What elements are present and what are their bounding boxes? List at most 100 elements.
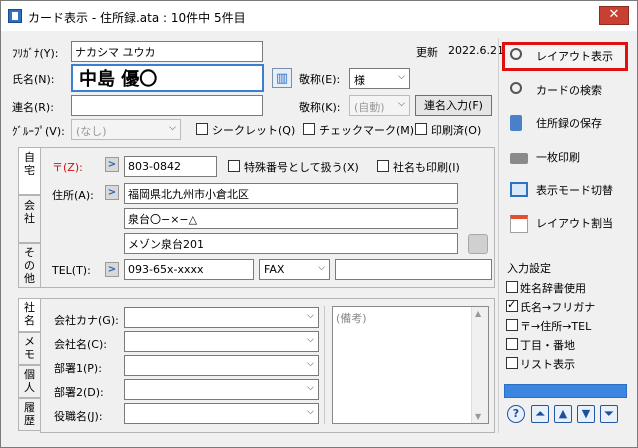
layout-assign-button[interactable]: レイアウト割当 — [502, 210, 628, 239]
address-line2-field[interactable] — [124, 208, 458, 229]
checkmark-label: チェックマーク(M) — [319, 124, 415, 137]
list-view-option-checkbox[interactable] — [506, 357, 518, 369]
first-record-button[interactable]: ⏶ — [531, 405, 549, 423]
printed-checkbox[interactable] — [415, 123, 427, 135]
print-one-label: 一枚印刷 — [536, 151, 580, 164]
search-card-button[interactable]: カードの検索 — [502, 77, 628, 106]
prev-record-button[interactable]: ▲ — [554, 405, 572, 423]
chome-banchi-option-checkbox[interactable] — [506, 338, 518, 350]
tel-field[interactable] — [124, 259, 254, 280]
company-print-checkbox[interactable] — [377, 160, 389, 172]
scroll-up-icon: ▲ — [475, 309, 482, 318]
address-lookup-button[interactable]: > — [105, 185, 119, 200]
tab-personal-label: 個人 — [24, 368, 35, 394]
address-line1-field[interactable] — [124, 183, 458, 204]
tab-home-label: 自宅 — [24, 151, 35, 177]
joint-name-field[interactable] — [71, 95, 263, 116]
last-icon: ⏷ — [604, 407, 614, 420]
company-kana-label: 会社カナ(G): — [54, 314, 119, 327]
job-title-label: 役職名(J): — [54, 410, 103, 423]
tab-company-name-label: 社名 — [24, 301, 35, 327]
honorific-value: 様 — [354, 74, 365, 87]
special-number-checkbox[interactable] — [228, 160, 240, 172]
chevron-down-icon: ⌵ — [398, 72, 405, 82]
print-one-button[interactable]: 一枚印刷 — [502, 144, 628, 173]
tab-company[interactable]: 会社 — [18, 195, 41, 243]
group-select[interactable]: (なし) ⌵ — [71, 119, 181, 140]
fax-type-value: FAX — [264, 263, 285, 276]
tab-other[interactable]: その他 — [18, 243, 41, 288]
display-mode-button[interactable]: 表示モード切替 — [502, 177, 628, 206]
tel-lookup-button[interactable]: > — [105, 262, 119, 277]
joint-name-label: 連名(R): — [12, 101, 54, 114]
group-label: ｸﾞﾙｰﾌﾟ(V): — [12, 125, 65, 138]
sidebar-divider — [498, 38, 499, 433]
joint-honorific-select[interactable]: (自動) ⌵ — [349, 95, 410, 116]
chevron-down-icon: ⌵ — [307, 335, 314, 345]
memo-placeholder: (備考) — [336, 312, 367, 325]
tab-company-name[interactable]: 社名 — [18, 298, 41, 332]
last-record-button[interactable]: ⏷ — [600, 405, 618, 423]
tab-history-label: 履歴 — [24, 401, 35, 427]
secret-checkbox[interactable] — [196, 123, 208, 135]
name-to-furigana-option-checkbox[interactable] — [506, 298, 518, 312]
dept1-select[interactable]: ⌵ — [124, 355, 319, 376]
special-number-label: 特殊番号として扱う(X) — [244, 161, 359, 174]
layout-view-label: レイアウト表示 — [536, 50, 613, 63]
window-title: カード表示 - 住所録.ata : 10件中 5件目 — [28, 11, 246, 25]
secret-label: シークレット(Q) — [212, 124, 296, 137]
display-mode-icon — [510, 182, 528, 197]
layout-view-button[interactable]: レイアウト表示 — [502, 42, 628, 71]
printer-icon — [510, 153, 528, 164]
update-label: 更新 — [416, 46, 438, 59]
magnifier-icon — [510, 48, 522, 60]
company-name-select[interactable]: ⌵ — [124, 331, 319, 352]
tab-personal[interactable]: 個人 — [18, 365, 41, 398]
layout-assign-icon — [510, 215, 528, 233]
save-icon — [510, 115, 522, 131]
book-icon: ▥ — [275, 71, 289, 86]
map-icon[interactable] — [468, 234, 488, 254]
app-icon — [8, 9, 22, 23]
memo-field[interactable]: (備考) — [332, 306, 489, 424]
fax-type-select[interactable]: FAX ⌵ — [259, 259, 330, 280]
zip-label: 〒(Z): — [52, 161, 83, 174]
name-dict-option-checkbox[interactable] — [506, 281, 518, 293]
display-mode-label: 表示モード切替 — [536, 184, 613, 197]
joint-honorific-value: (自動) — [354, 101, 385, 114]
checkmark-checkbox[interactable] — [303, 123, 315, 135]
job-title-select[interactable]: ⌵ — [124, 403, 319, 424]
close-button[interactable]: ✕ — [599, 6, 629, 25]
title-bar: カード表示 - 住所録.ata : 10件中 5件目 ✕ — [1, 1, 637, 31]
fax-field[interactable] — [335, 259, 492, 280]
progress-bar — [504, 384, 627, 398]
tab-home[interactable]: 自宅 — [18, 147, 41, 195]
next-icon: ▼ — [581, 407, 591, 420]
card-window: カード表示 - 住所録.ata : 10件中 5件目 ✕ ﾌﾘｶﾞﾅ(Y): 更… — [0, 0, 638, 448]
furigana-field[interactable] — [71, 41, 263, 62]
name-book-button[interactable]: ▥ — [272, 68, 292, 88]
name-field[interactable] — [71, 64, 264, 92]
address-line3-field[interactable] — [124, 233, 458, 254]
help-button[interactable]: ? — [507, 405, 525, 423]
tab-memo[interactable]: メモ — [18, 332, 41, 365]
zip-to-address-option-checkbox[interactable] — [506, 319, 518, 331]
next-record-button[interactable]: ▼ — [577, 405, 595, 423]
save-addressbook-button[interactable]: 住所録の保存 — [502, 110, 628, 139]
chevron-down-icon: ⌵ — [318, 263, 325, 273]
zip-lookup-button[interactable]: > — [105, 157, 119, 172]
chevron-down-icon: ⌵ — [307, 359, 314, 369]
chevron-down-icon: ⌵ — [398, 99, 405, 109]
zip-field[interactable] — [124, 156, 217, 177]
chevron-down-icon: ⌵ — [307, 407, 314, 417]
memo-scrollbar[interactable]: ▲ ▼ — [471, 307, 488, 423]
name-dict-option-label: 姓名辞書使用 — [520, 282, 586, 295]
tab-history[interactable]: 履歴 — [18, 398, 41, 431]
honorific-select[interactable]: 様 ⌵ — [349, 68, 410, 89]
dept2-select[interactable]: ⌵ — [124, 379, 319, 400]
printed-label: 印刷済(O) — [431, 124, 482, 137]
chevron-down-icon: ⌵ — [169, 123, 176, 133]
scroll-down-icon: ▼ — [475, 412, 482, 421]
company-kana-select[interactable]: ⌵ — [124, 307, 319, 328]
joint-input-button[interactable]: 連名入力(F) — [415, 95, 492, 116]
